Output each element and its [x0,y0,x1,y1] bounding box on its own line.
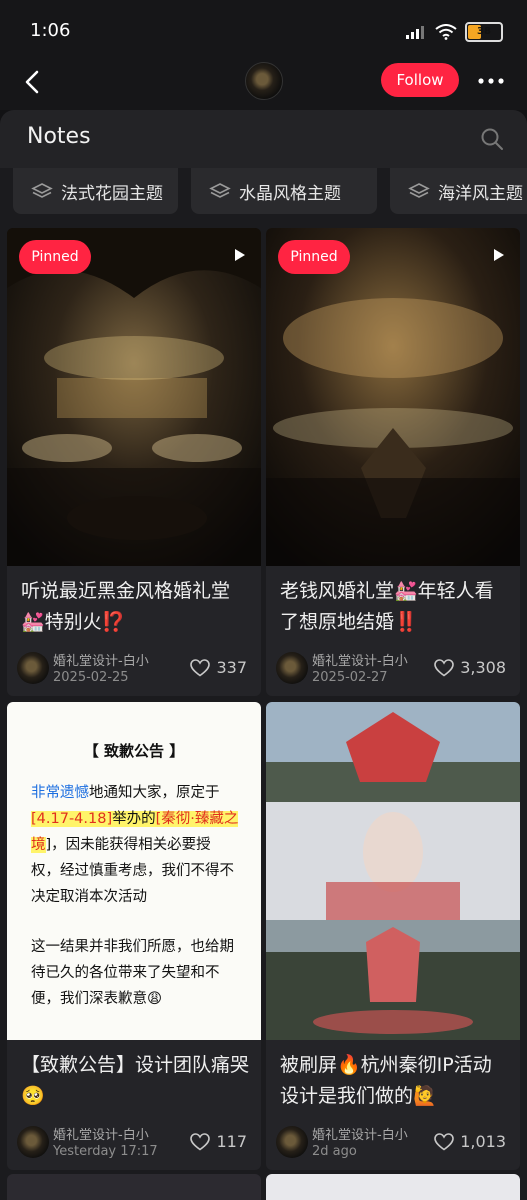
author-avatar[interactable] [276,1126,308,1158]
note-title: 听说最近黑金风格婚礼堂💒特别火⁉️ [21,580,231,633]
like-number: 337 [216,658,247,677]
collection-chips: 法式花园主题 水晶风格主题 海洋风主题 [0,168,527,214]
note-card-hangzhou-ip[interactable]: 被刷屏🔥杭州秦彻IP活动设计是我们做的🙋 婚礼堂设计-白小 2d ago 1,0… [266,702,520,1170]
notes-header: Notes [0,110,527,168]
apology-notice-image: 【 致歉公告 】 非常遗憾地通知大家，原定于[4.17-4.18]举办的[秦彻·… [7,702,261,1040]
like-count[interactable]: 1,013 [434,1132,506,1151]
like-number: 117 [216,1132,247,1151]
event-render-collage [266,702,520,1040]
author-avatar[interactable] [17,652,49,684]
pinned-badge: Pinned [19,240,91,274]
post-date: 2d ago [312,1144,357,1159]
search-icon[interactable] [480,127,504,151]
like-number: 1,013 [460,1132,506,1151]
post-date: Yesterday 17:17 [53,1144,158,1159]
profile-avatar[interactable] [245,62,283,100]
video-icon [235,249,245,261]
like-count[interactable]: 117 [190,1132,247,1151]
notice-seg: 举办的 [112,811,156,827]
notes-sheet: Notes 法式花园主题 水晶风格主题 海洋风主题 Pinned 听说最近黑金风… [0,110,527,1200]
post-date: 2025-02-25 [53,670,129,685]
author-name[interactable]: 婚礼堂设计-白小 [53,650,149,669]
heart-icon [434,1132,454,1150]
author-name[interactable]: 婚礼堂设计-白小 [312,650,408,669]
chip-ocean-style[interactable]: 海洋风主题 [390,168,527,214]
notice-seg: [4.17-4.18] [31,811,113,827]
status-time: 1:06 [30,20,71,41]
back-arrow-icon[interactable] [18,66,50,98]
author-name[interactable]: 婚礼堂设计-白小 [312,1124,408,1143]
notice-paragraph-1: 非常遗憾地通知大家，原定于[4.17-4.18]举办的[秦彻·臻藏之境]，因未能… [7,780,261,910]
heart-icon [190,658,211,676]
hall-photo-black-gold [7,228,261,566]
post-date: 2025-02-27 [312,670,388,685]
notice-seg: 地通知大家，原定于 [89,785,220,801]
status-icons: 38 [405,22,503,42]
like-number: 3,308 [460,658,506,677]
notice-heading: 【 致歉公告 】 [83,742,185,760]
pinned-badge: Pinned [278,240,350,274]
battery-icon: 38 [465,22,503,42]
signal-icon [406,26,424,39]
follow-button[interactable]: Follow [381,63,459,97]
layers-icon [31,183,53,198]
note-title: 被刷屏🔥杭州秦彻IP活动设计是我们做的🙋 [280,1054,492,1107]
notice-seg: 非常遗憾 [31,785,89,801]
note-title: 【致歉公告】设计团队痛哭🥺 [21,1054,250,1107]
note-card-black-gold[interactable]: Pinned 听说最近黑金风格婚礼堂💒特别火⁉️ 婚礼堂设计-白小 2025-0… [7,228,261,696]
chip-label: 海洋风主题 [438,183,523,204]
notice-seg: ]，因未能获得相关必要授权，经过慎重考虑，我们不得不决定取消本次活动 [31,837,234,905]
like-count[interactable]: 337 [190,658,247,677]
note-card-partial[interactable] [266,1174,520,1200]
author-avatar[interactable] [17,1126,49,1158]
note-card-apology[interactable]: 【 致歉公告 】 非常遗憾地通知大家，原定于[4.17-4.18]举办的[秦彻·… [7,702,261,1170]
heart-icon [434,658,454,676]
chip-crystal-style[interactable]: 水晶风格主题 [191,168,377,214]
notice-paragraph-2: 这一结果并非我们所愿，也给期待已久的各位带来了失望和不便，我们深表歉意😩 [31,939,234,1007]
battery-level: 38 [477,26,491,37]
chip-french-garden[interactable]: 法式花园主题 [13,168,178,214]
more-dots-icon[interactable] [474,66,508,96]
hall-photo-old-money [266,228,520,566]
note-title: 老钱风婚礼堂💒年轻人看了想原地结婚‼️ [280,580,494,633]
video-icon [494,249,504,261]
layers-icon [408,183,430,198]
note-card-old-money[interactable]: Pinned 老钱风婚礼堂💒年轻人看了想原地结婚‼️ 婚礼堂设计-白小 2025… [266,228,520,696]
notes-title: Notes [27,124,91,149]
layers-icon [209,183,231,198]
status-bar: 1:06 38 [0,0,527,60]
wifi-icon [435,24,457,40]
author-avatar[interactable] [276,652,308,684]
chip-label: 水晶风格主题 [239,183,341,204]
heart-icon [190,1132,211,1150]
author-name[interactable]: 婚礼堂设计-白小 [53,1124,149,1143]
like-count[interactable]: 3,308 [434,658,506,677]
note-card-partial[interactable] [7,1174,261,1200]
top-nav: Follow [0,60,527,110]
chip-label: 法式花园主题 [61,183,163,204]
